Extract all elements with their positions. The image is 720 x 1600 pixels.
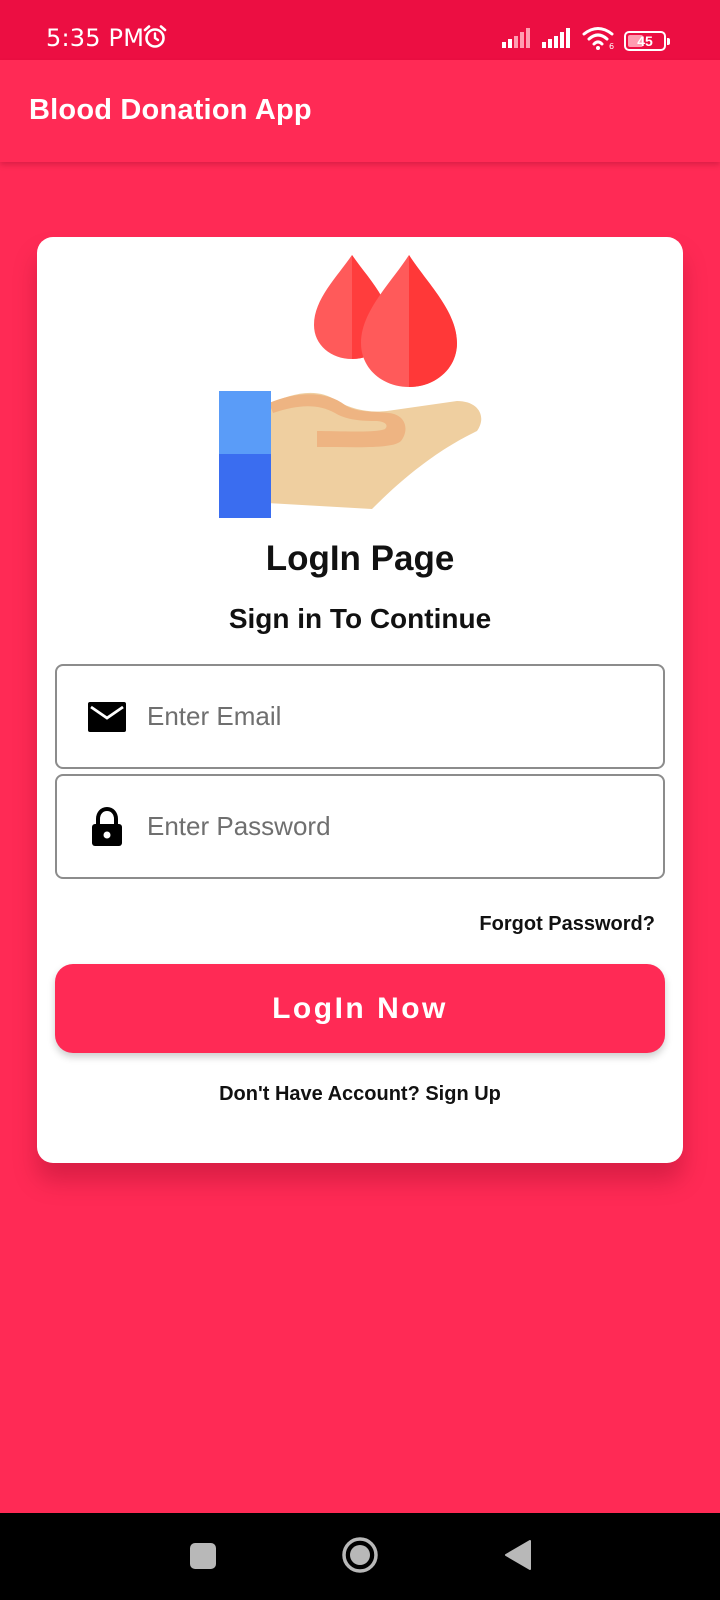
alarm-icon	[143, 25, 167, 48]
email-field[interactable]	[55, 664, 665, 769]
page-subtitle: Sign in To Continue	[228, 603, 492, 634]
signal-icon	[502, 28, 530, 48]
page-title: LogIn Page	[265, 539, 455, 578]
signup-link[interactable]: Don't Have Account? Sign Up	[37, 1083, 683, 1106]
signal-icon	[542, 28, 570, 48]
password-input[interactable]	[147, 776, 647, 877]
status-bar: 5:35 PM 6 45	[0, 0, 720, 60]
back-icon[interactable]	[504, 1539, 532, 1571]
email-input[interactable]	[147, 666, 647, 767]
blood-donation-hand-icon	[219, 255, 482, 518]
login-card: LogIn Page Sign in To Continue Forgot Pa…	[37, 237, 683, 1163]
status-time: 5:35 PM	[46, 24, 145, 52]
svg-text:6: 6	[609, 42, 614, 50]
battery-level-text: 45	[637, 33, 653, 49]
email-icon	[88, 701, 126, 732]
recent-apps-icon[interactable]	[190, 1543, 216, 1569]
app-title: Blood Donation App	[29, 94, 312, 126]
app-bar: Blood Donation App	[0, 60, 720, 162]
login-button[interactable]: LogIn Now	[55, 964, 665, 1053]
battery-icon: 45	[624, 31, 670, 51]
wifi-icon: 6	[582, 27, 614, 50]
home-icon[interactable]	[340, 1535, 380, 1575]
forgot-password-link[interactable]: Forgot Password?	[479, 913, 655, 936]
navigation-bar	[0, 1513, 720, 1600]
password-field[interactable]	[55, 774, 665, 879]
lock-icon	[92, 806, 122, 846]
